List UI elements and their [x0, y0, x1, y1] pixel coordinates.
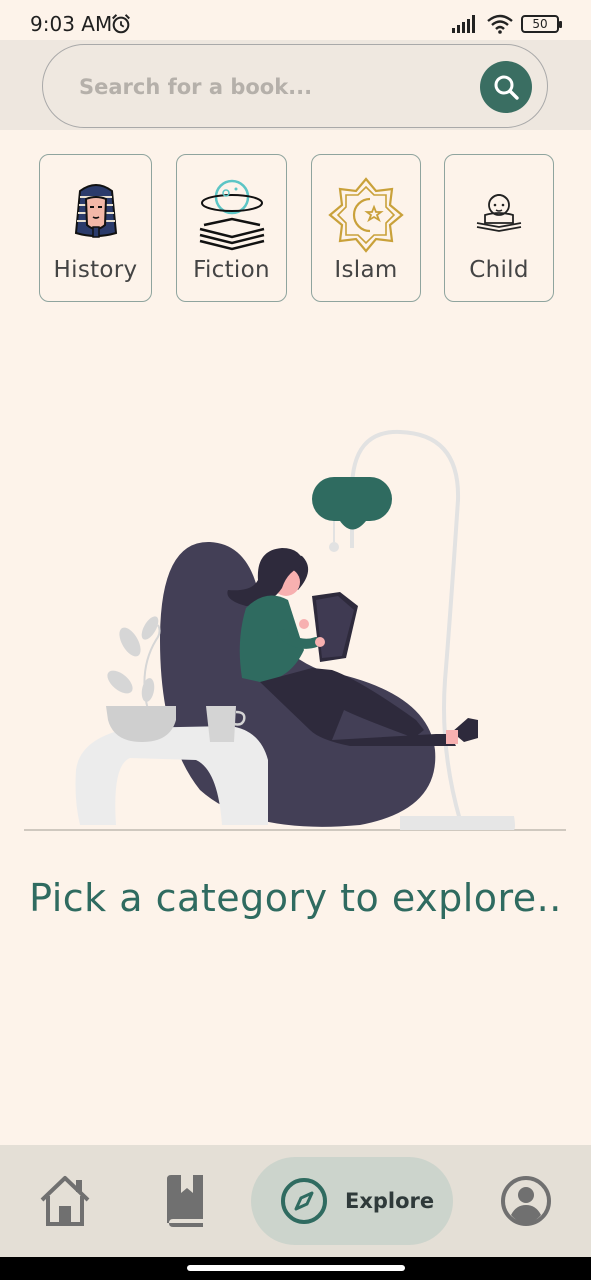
home-icon	[40, 1176, 90, 1226]
nav-profile[interactable]	[496, 1145, 556, 1257]
search-header: Search for a book...	[0, 40, 591, 130]
category-islam[interactable]: Islam	[311, 154, 421, 302]
search-input[interactable]: Search for a book...	[42, 44, 548, 128]
nav-home[interactable]	[30, 1145, 100, 1257]
category-label: Islam	[334, 257, 398, 283]
fiction-book-planet-icon	[199, 179, 264, 251]
nav-explore-label: Explore	[345, 1189, 435, 1213]
category-history[interactable]: History	[39, 154, 152, 302]
bottom-navigation: Explore	[0, 1145, 591, 1257]
category-child[interactable]: Child	[444, 154, 554, 302]
profile-icon	[501, 1176, 551, 1226]
status-time: 9:03 AM	[30, 12, 113, 36]
reading-woman-illustration	[24, 429, 566, 831]
category-label: Fiction	[193, 257, 270, 283]
status-icons: 50	[451, 14, 562, 34]
search-icon	[494, 75, 519, 100]
pharaoh-icon	[74, 184, 117, 238]
nav-explore[interactable]: Explore	[251, 1157, 453, 1245]
battery-indicator: 50	[521, 15, 562, 33]
home-gesture-bar[interactable]	[187, 1265, 405, 1271]
child-reading-icon	[476, 194, 522, 232]
compass-icon	[281, 1178, 327, 1224]
category-grid: History Fiction Islam Child	[39, 154, 555, 304]
category-label: Child	[469, 257, 529, 283]
islamic-star-crescent-icon	[328, 177, 404, 253]
book-icon	[167, 1175, 203, 1227]
signal-icon	[452, 15, 475, 33]
status-bar: 9:03 AM 50	[0, 0, 591, 44]
search-button[interactable]	[480, 61, 532, 113]
search-placeholder: Search for a book...	[79, 75, 313, 99]
category-fiction[interactable]: Fiction	[176, 154, 287, 302]
wifi-icon	[487, 14, 513, 34]
system-gesture-area	[0, 1257, 591, 1280]
category-label: History	[53, 257, 138, 283]
nav-library[interactable]	[155, 1145, 215, 1257]
explore-prompt-text: Pick a category to explore..	[29, 876, 562, 920]
alarm-icon	[112, 14, 130, 34]
